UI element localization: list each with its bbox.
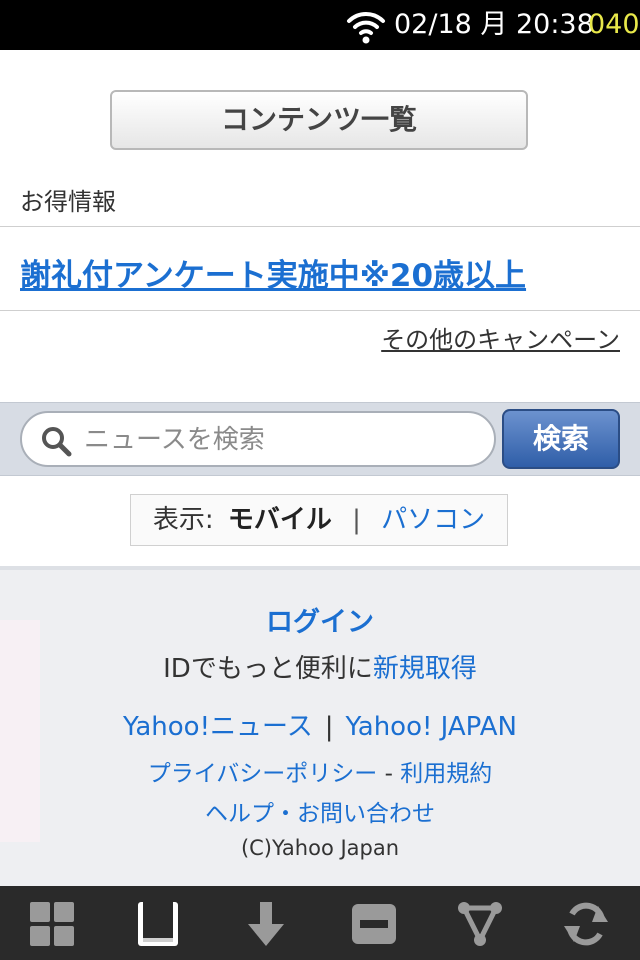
- divider: [0, 310, 640, 311]
- search-bar: 検索: [0, 402, 640, 476]
- status-time: 02/18 月 20:38: [394, 9, 594, 40]
- section-label-deals: お得情報: [20, 188, 116, 216]
- display-mode-current: モバイル: [227, 505, 332, 535]
- browser-toolbar: [0, 886, 640, 960]
- display-mode-toggle: 表示: モバイル | パソコン: [130, 494, 508, 546]
- login-link[interactable]: ログイン: [0, 600, 640, 639]
- id-promo: IDでもっと便利に新規取得: [0, 648, 640, 685]
- search-input[interactable]: [82, 419, 486, 461]
- id-promo-text: IDでもっと便利に: [163, 654, 373, 684]
- grid-icon[interactable]: [28, 900, 76, 948]
- minimize-icon[interactable]: [350, 900, 398, 948]
- yahoo-news-link[interactable]: Yahoo!ニュース: [123, 712, 313, 742]
- status-bar: 02/18 月 20:38 040: [0, 0, 640, 50]
- download-icon[interactable]: [242, 900, 290, 948]
- footer-links-legal: プライバシーポリシー - 利用規約: [0, 754, 640, 788]
- other-campaigns-link[interactable]: その他のキャンペーン: [381, 320, 620, 355]
- copyright: (C)Yahoo Japan: [240, 836, 400, 860]
- display-mode-separator: |: [352, 505, 361, 535]
- footer: ログイン IDでもっと便利に新規取得 Yahoo!ニュース | Yahoo! JAP…: [0, 566, 640, 890]
- footer-separator: |: [324, 712, 334, 742]
- refresh-icon[interactable]: [562, 900, 610, 948]
- footer-links-primary: Yahoo!ニュース | Yahoo! JAPAN: [0, 706, 640, 743]
- search-icon: [42, 427, 72, 457]
- divider: [0, 226, 640, 227]
- yahoo-japan-link[interactable]: Yahoo! JAPAN: [345, 712, 516, 742]
- search-button[interactable]: 検索: [502, 409, 620, 469]
- display-mode-label: 表示:: [152, 505, 214, 535]
- battery-level: 040: [588, 9, 640, 40]
- contents-list-button[interactable]: コンテンツ一覧: [110, 90, 528, 150]
- bookmark-icon[interactable]: [134, 900, 182, 948]
- wifi-icon: [347, 11, 385, 44]
- search-box[interactable]: [20, 411, 496, 467]
- register-link[interactable]: 新規取得: [373, 654, 477, 684]
- help-link[interactable]: ヘルプ・お問い合わせ: [0, 794, 640, 828]
- privacy-policy-link[interactable]: プライバシーポリシー: [148, 761, 378, 787]
- share-icon[interactable]: [456, 900, 504, 948]
- campaign-link[interactable]: 謝礼付アンケート実施中※20歳以上: [20, 250, 526, 295]
- footer-dash: -: [377, 761, 401, 787]
- terms-link[interactable]: 利用規約: [400, 761, 492, 787]
- display-mode-pc-link[interactable]: パソコン: [381, 505, 485, 535]
